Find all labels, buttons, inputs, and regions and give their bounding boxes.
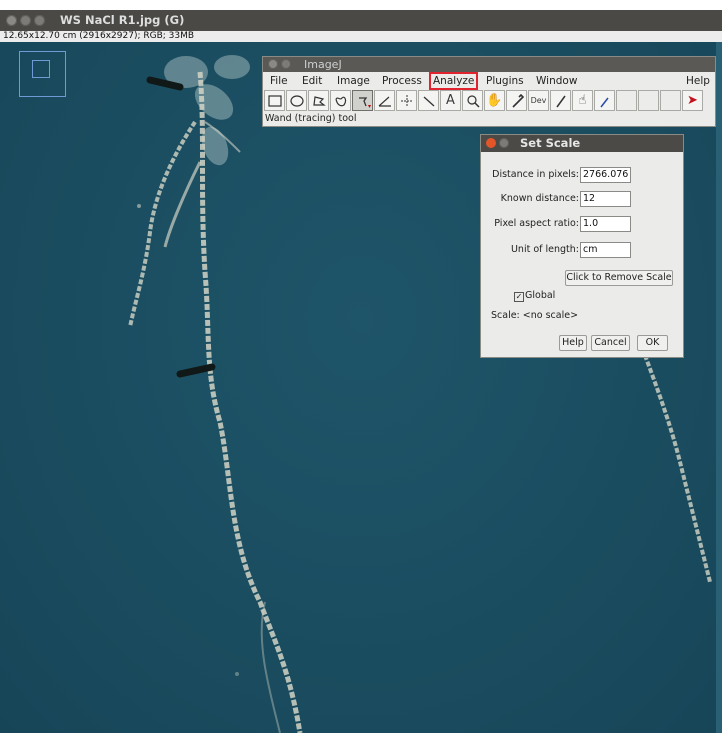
known-distance-label: Known distance: bbox=[500, 193, 579, 204]
tool-slot-empty-1[interactable] bbox=[616, 90, 637, 111]
image-window-title: WS NaCl R1.jpg (G) bbox=[60, 13, 185, 27]
canvas-edge bbox=[716, 42, 722, 733]
distance-input[interactable]: 2766.076 bbox=[580, 167, 631, 183]
menu-image[interactable]: Image bbox=[337, 74, 370, 88]
rectangle-icon[interactable] bbox=[264, 90, 285, 111]
status-bar: Wand (tracing) tool bbox=[265, 113, 357, 124]
menu-file[interactable]: File bbox=[270, 74, 288, 88]
set-scale-titlebar[interactable]: Set Scale bbox=[481, 135, 683, 152]
ok-button[interactable]: OK bbox=[637, 335, 668, 351]
close-icon[interactable] bbox=[268, 59, 278, 69]
unit-label: Unit of length: bbox=[510, 244, 579, 255]
scale-text: Scale: <no scale> bbox=[491, 310, 579, 321]
image-info-bar: 12.65x12.70 cm (2916x2927); RGB; 33MB bbox=[0, 31, 722, 42]
image-window-titlebar[interactable]: WS NaCl R1.jpg (G) bbox=[0, 10, 722, 31]
imagej-window: ImageJ File Edit Image Process Analyze P… bbox=[262, 56, 716, 127]
dev-icon[interactable]: Dev bbox=[528, 90, 549, 111]
angle-icon[interactable] bbox=[374, 90, 395, 111]
roi-overview-inner bbox=[32, 60, 50, 78]
aspect-ratio-input[interactable]: 1.0 bbox=[580, 216, 631, 232]
global-label: Global bbox=[525, 290, 556, 301]
tool-slot-empty-2[interactable] bbox=[638, 90, 659, 111]
maximize-icon[interactable] bbox=[34, 15, 45, 26]
set-scale-title: Set Scale bbox=[520, 136, 581, 150]
unit-input[interactable]: cm bbox=[580, 242, 631, 258]
aspect-ratio-label: Pixel aspect ratio: bbox=[494, 218, 579, 229]
toolbar: ▾ A ✋ Dev ☝ ➤ bbox=[264, 90, 704, 112]
menu-edit[interactable]: Edit bbox=[302, 74, 322, 88]
known-distance-input[interactable]: 12 bbox=[580, 191, 631, 207]
line-icon[interactable] bbox=[418, 90, 439, 111]
set-scale-dialog: Set Scale Distance in pixels: 2766.076 K… bbox=[480, 134, 684, 358]
polygon-icon[interactable] bbox=[308, 90, 329, 111]
menu-process[interactable]: Process bbox=[382, 74, 422, 88]
magnifier-icon[interactable] bbox=[462, 90, 483, 111]
tool-slot-empty-3[interactable] bbox=[660, 90, 681, 111]
wand-icon[interactable]: ▾ bbox=[352, 90, 373, 111]
hand-icon[interactable]: ✋ bbox=[484, 90, 505, 111]
roi-overview-box bbox=[19, 51, 66, 97]
imagej-titlebar[interactable]: ImageJ bbox=[263, 57, 715, 72]
point-icon[interactable] bbox=[396, 90, 417, 111]
global-checkbox[interactable]: ✓ Global bbox=[514, 290, 555, 302]
dev-label: Dev bbox=[530, 96, 547, 105]
menu-analyze[interactable]: Analyze bbox=[428, 72, 479, 90]
text-icon[interactable]: A bbox=[440, 90, 461, 111]
help-button[interactable]: Help bbox=[559, 335, 587, 351]
menu-plugins[interactable]: Plugins bbox=[486, 74, 524, 88]
dropper-icon[interactable] bbox=[594, 90, 615, 111]
color-picker-icon[interactable] bbox=[506, 90, 527, 111]
imagej-title: ImageJ bbox=[304, 58, 342, 71]
cancel-button[interactable]: Cancel bbox=[591, 335, 630, 351]
check-icon: ✓ bbox=[514, 292, 524, 302]
distance-label: Distance in pixels: bbox=[492, 169, 579, 180]
menu-bar: File Edit Image Process Analyze Plugins … bbox=[263, 72, 715, 90]
menu-help[interactable]: Help bbox=[686, 74, 710, 88]
remove-scale-button[interactable]: Click to Remove Scale bbox=[565, 270, 673, 286]
freehand-icon[interactable] bbox=[330, 90, 351, 111]
minimize-icon[interactable] bbox=[20, 15, 31, 26]
oval-icon[interactable] bbox=[286, 90, 307, 111]
close-icon[interactable] bbox=[486, 138, 496, 148]
minimize-icon[interactable] bbox=[281, 59, 291, 69]
more-tools-icon[interactable]: ➤ bbox=[682, 90, 703, 111]
minimize-icon[interactable] bbox=[499, 138, 509, 148]
hand-tool-icon[interactable]: ☝ bbox=[572, 90, 593, 111]
menu-window[interactable]: Window bbox=[536, 74, 577, 88]
close-icon[interactable] bbox=[6, 15, 17, 26]
brush-icon[interactable] bbox=[550, 90, 571, 111]
